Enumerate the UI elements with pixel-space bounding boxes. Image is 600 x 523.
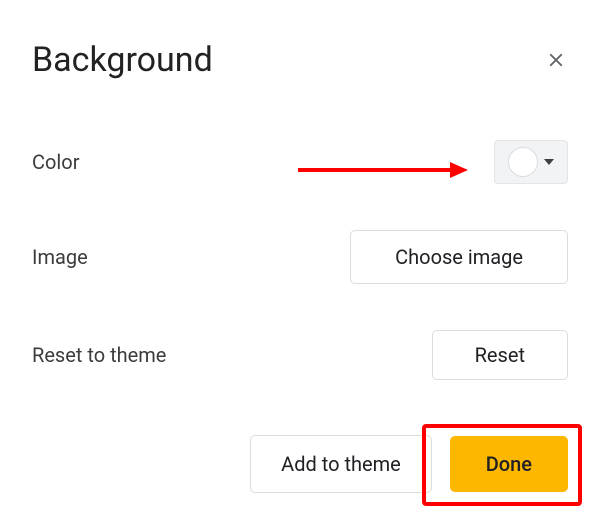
image-row: Image Choose image — [32, 230, 568, 284]
image-label: Image — [32, 245, 88, 269]
reset-button[interactable]: Reset — [432, 330, 568, 380]
close-button[interactable] — [544, 48, 568, 72]
dialog-title: Background — [32, 40, 213, 80]
color-row: Color — [32, 140, 568, 184]
add-to-theme-button[interactable]: Add to theme — [250, 435, 432, 493]
dialog-header: Background — [32, 40, 568, 80]
close-icon — [545, 49, 567, 71]
color-picker-button[interactable] — [494, 140, 568, 184]
reset-label: Reset to theme — [32, 343, 166, 367]
color-swatch — [508, 147, 538, 177]
background-dialog: Background Color Image Choose image Rese… — [0, 0, 600, 523]
reset-row: Reset to theme Reset — [32, 330, 568, 380]
dialog-footer: Add to theme Done — [250, 435, 568, 493]
chevron-down-icon — [544, 159, 554, 165]
color-label: Color — [32, 150, 79, 174]
choose-image-button[interactable]: Choose image — [350, 230, 568, 284]
done-button[interactable]: Done — [450, 436, 568, 492]
